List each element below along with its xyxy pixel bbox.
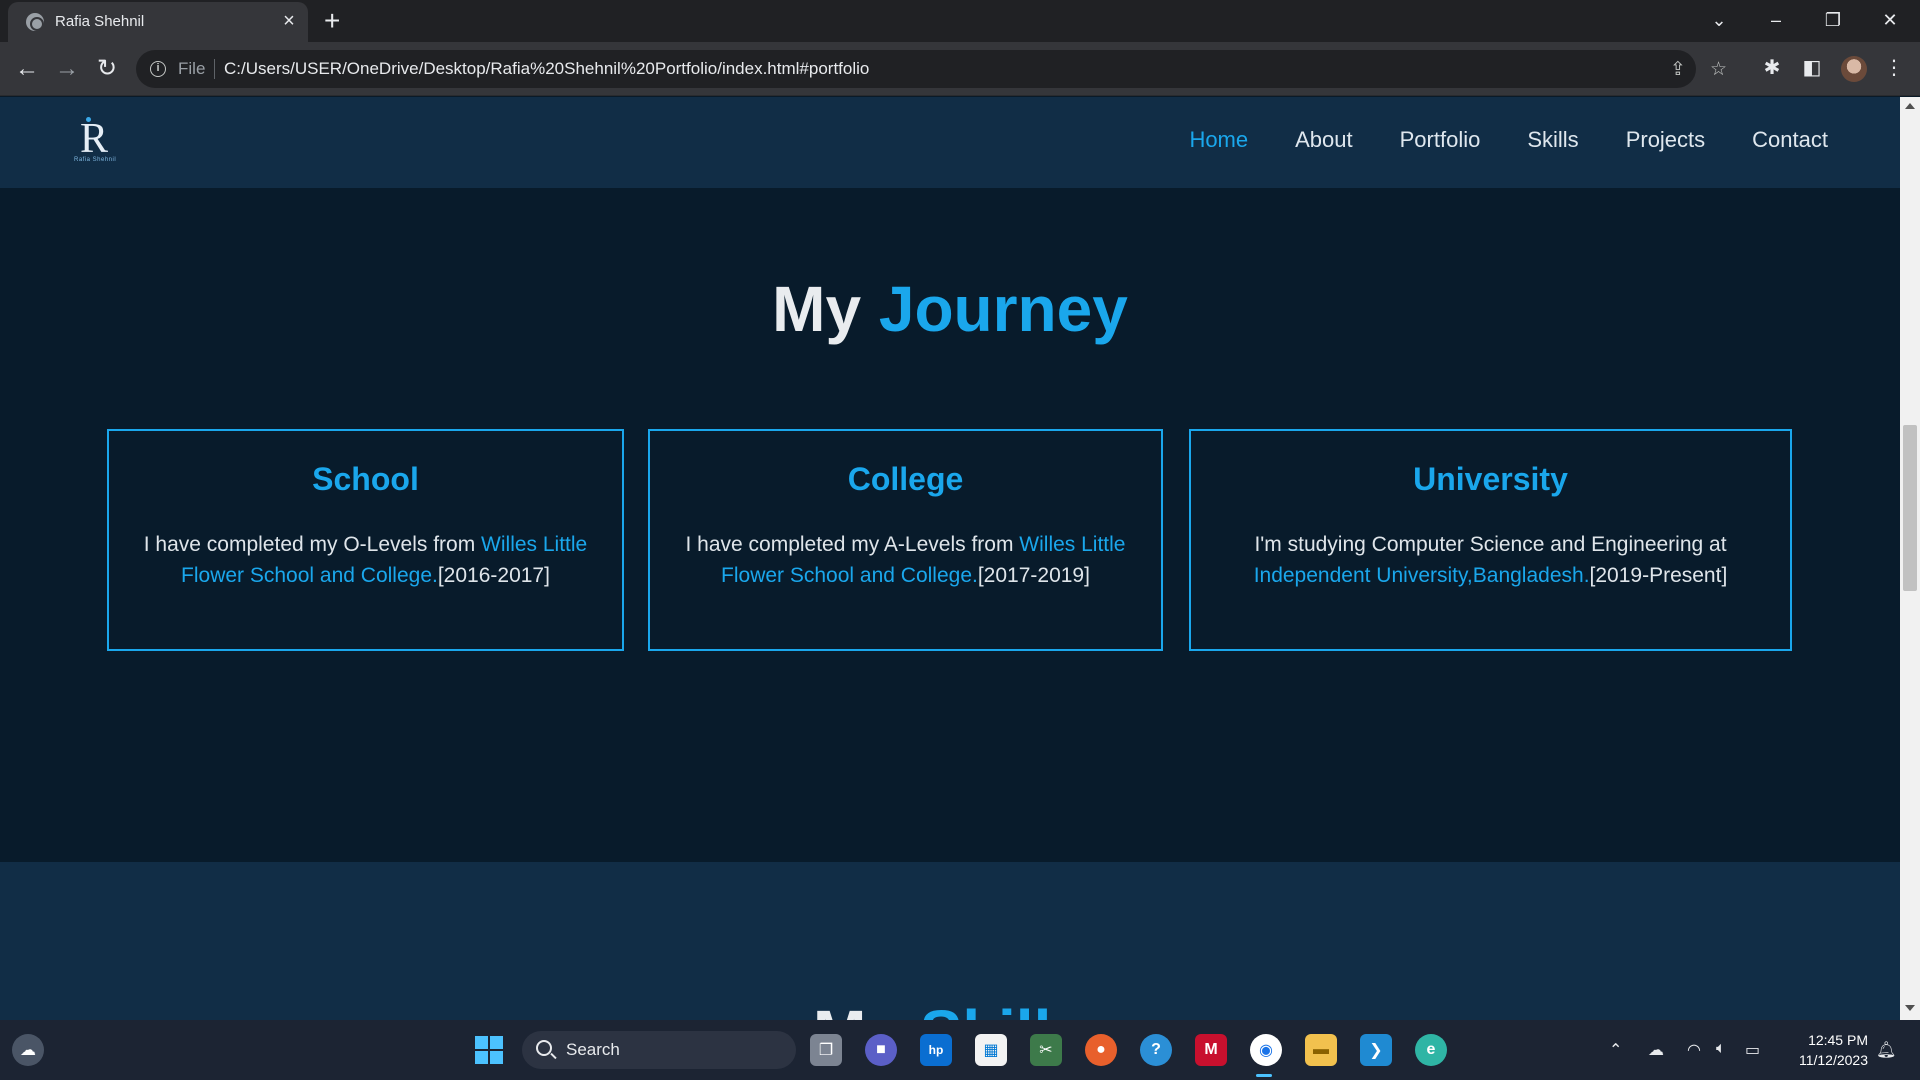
logo-subtitle: Rafia Shehnil (74, 157, 117, 163)
skills-title-lead: My (813, 997, 902, 1020)
skills-title: My Skills (0, 996, 1900, 1020)
clock-time: 12:45 PM (1808, 1032, 1868, 1048)
meet-chat-icon[interactable]: ■ (865, 1034, 897, 1066)
new-tab-button[interactable]: + (324, 6, 340, 36)
chrome-icon[interactable]: ◉ (1250, 1034, 1282, 1066)
back-button[interactable]: ← (12, 54, 42, 84)
taskbar-search[interactable]: Search (522, 1031, 796, 1069)
info-icon[interactable]: i (150, 61, 166, 77)
scroll-up-icon[interactable] (1905, 103, 1915, 109)
logo-letter: R (80, 116, 109, 162)
profile-avatar[interactable] (1841, 56, 1867, 82)
main-nav: Home About Portfolio Skills Projects Con… (1189, 127, 1828, 153)
minimize-button[interactable]: – (1756, 6, 1796, 34)
card-text: I'm studying Computer Science and Engine… (1221, 529, 1760, 591)
card-text: I have completed my A-Levels from Willes… (680, 529, 1131, 591)
nav-portfolio[interactable]: Portfolio (1400, 127, 1481, 153)
help-icon[interactable]: ? (1140, 1034, 1172, 1066)
page-viewport: R Rafia Shehnil Home About Portfolio Ski… (0, 97, 1900, 1020)
omnibox-divider (214, 59, 215, 79)
restore-button[interactable]: ❐ (1813, 6, 1853, 34)
forward-button[interactable]: → (52, 54, 82, 84)
university-link[interactable]: Independent University,Bangladesh. (1254, 564, 1590, 587)
share-icon[interactable]: ⇪ (1670, 58, 1686, 81)
myhp-icon[interactable]: hp (920, 1034, 952, 1066)
scheme-label: File (178, 59, 206, 78)
journey-title-accent: Journey (878, 273, 1128, 345)
browser-toolbar: ← → ↻ i File C:/Users/USER/OneDrive/Desk… (0, 42, 1920, 96)
site-logo[interactable]: R Rafia Shehnil (74, 115, 124, 169)
card-years: [2019-Present] (1589, 564, 1728, 587)
journey-card-college: College I have completed my A-Levels fro… (648, 429, 1163, 651)
close-window-button[interactable]: ✕ (1870, 6, 1910, 34)
windows-taskbar: ☁ Search ❐ ■ hp ▦ ✂ ● ? M ◉ ▬ ❯ e ⌃ ☁ ◠ … (0, 1020, 1920, 1080)
card-years: [2017-2019] (977, 564, 1090, 587)
mcafee-icon[interactable]: M (1195, 1034, 1227, 1066)
skills-section: My Skills (0, 862, 1900, 1020)
tray-overflow-icon[interactable]: ⌃ (1609, 1040, 1622, 1060)
skills-title-accent: Skills (920, 997, 1087, 1020)
card-title: School (312, 461, 419, 497)
onedrive-icon[interactable]: ☁ (1648, 1040, 1664, 1060)
card-title: College (847, 461, 964, 497)
scrollbar-thumb[interactable] (1903, 425, 1917, 591)
nav-about[interactable]: About (1295, 127, 1353, 153)
nav-home[interactable]: Home (1189, 127, 1248, 153)
journey-section: My Journey School I have completed my O-… (0, 188, 1900, 862)
bookmark-star-icon[interactable]: ☆ (1710, 58, 1727, 81)
vscode-icon[interactable]: ❯ (1360, 1034, 1392, 1066)
file-explorer-icon[interactable]: ▬ (1305, 1034, 1337, 1066)
search-icon (536, 1040, 552, 1056)
clock-date: 11/12/2023 (1798, 1052, 1868, 1068)
notification-bell-icon[interactable]: 🔔︎ (1876, 1040, 1896, 1060)
snipping-tool-icon[interactable]: ✂ (1030, 1034, 1062, 1066)
card-text-lead: I'm studying Computer Science and Engine… (1254, 533, 1727, 556)
journey-card-university: University I'm studying Computer Science… (1189, 429, 1792, 651)
site-header: R Rafia Shehnil Home About Portfolio Ski… (0, 97, 1900, 188)
card-text-lead: I have completed my O-Levels from (143, 533, 482, 556)
journey-card-school: School I have completed my O-Levels from… (107, 429, 624, 651)
extensions-icon[interactable]: ✱ (1758, 55, 1786, 80)
logo-dot (86, 117, 91, 122)
active-app-indicator (1256, 1074, 1272, 1077)
address-bar[interactable]: i File C:/Users/USER/OneDrive/Desktop/Ra… (136, 50, 1727, 88)
url-text[interactable]: C:/Users/USER/OneDrive/Desktop/Rafia%20S… (224, 59, 869, 79)
weather-icon[interactable]: ☁ (12, 1034, 44, 1066)
battery-icon[interactable]: ▭ (1745, 1040, 1760, 1060)
task-view-icon[interactable]: ❐ (810, 1034, 842, 1066)
nav-projects[interactable]: Projects (1626, 127, 1705, 153)
store-icon[interactable]: ▦ (975, 1034, 1007, 1066)
wifi-icon[interactable]: ◠ (1687, 1040, 1701, 1060)
search-label: Search (566, 1040, 620, 1059)
menu-icon[interactable]: ⋮ (1880, 55, 1908, 80)
nav-skills[interactable]: Skills (1527, 127, 1578, 153)
tab-title: Rafia Shehnil (55, 13, 145, 30)
nav-contact[interactable]: Contact (1752, 127, 1828, 153)
start-icon[interactable] (473, 1034, 505, 1066)
side-panel-icon[interactable]: ◧ (1798, 55, 1826, 80)
card-title: University (1413, 461, 1568, 497)
card-text: I have completed my O-Levels from Willes… (139, 529, 592, 591)
card-text-lead: I have completed my A-Levels from (685, 533, 1020, 556)
taskbar-clock[interactable]: 12:45 PM 11/12/2023 (1784, 1030, 1868, 1070)
reload-button[interactable]: ↻ (92, 54, 122, 84)
firefox-icon[interactable]: ● (1085, 1034, 1117, 1066)
page-scrollbar[interactable] (1900, 97, 1920, 1020)
journey-title-lead: My (772, 273, 862, 345)
browser-tab[interactable]: Rafia Shehnil × (8, 2, 308, 42)
journey-title: My Journey (0, 272, 1900, 346)
volume-icon[interactable]: 🔈︎ (1716, 1040, 1726, 1058)
browser-tabstrip: Rafia Shehnil × + ⌄ – ❐ ✕ (0, 0, 1920, 42)
scroll-down-icon[interactable] (1905, 1005, 1915, 1011)
tab-search-icon[interactable]: ⌄ (1699, 6, 1739, 34)
edge-icon[interactable]: e (1415, 1034, 1447, 1066)
card-years: [2016-2017] (437, 564, 550, 587)
globe-icon (26, 13, 44, 31)
close-tab-icon[interactable]: × (278, 10, 300, 32)
